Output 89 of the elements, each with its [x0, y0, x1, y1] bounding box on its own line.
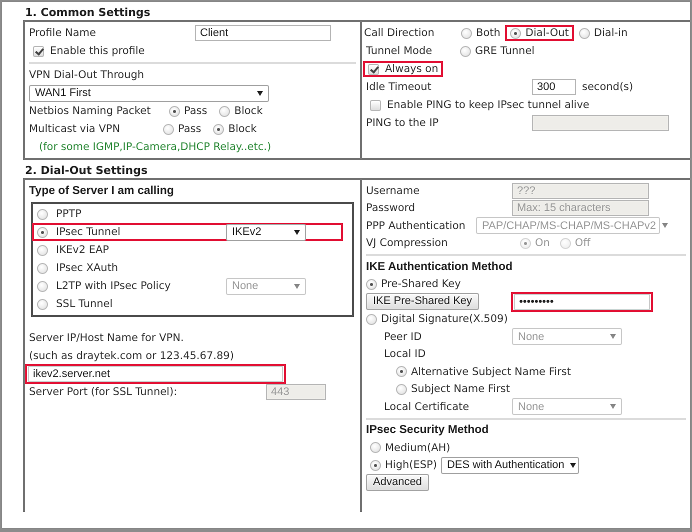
option-label: Both — [476, 27, 500, 39]
radio-button[interactable] — [37, 244, 48, 256]
section-title: 2. Dial-Out Settings — [25, 163, 149, 178]
section-heading: Type of Server I am calling — [29, 185, 174, 197]
key-button[interactable]: IKE Pre-Shared Key — [366, 293, 480, 310]
checkbox[interactable] — [370, 100, 381, 110]
input-field[interactable]: ikev2.server.net — [28, 366, 283, 382]
input-field[interactable]: 300 — [532, 79, 576, 95]
field-label: Server IP/Host Name for VPN. — [29, 332, 184, 344]
option-label: Digital Signature(X.509) — [381, 313, 508, 326]
radio-button[interactable] — [37, 280, 48, 292]
field-label: Profile Name — [29, 27, 97, 39]
field-label: Netbios Naming Packet — [29, 105, 152, 117]
option-label: SSL Tunnel — [56, 298, 114, 310]
radio-button[interactable] — [461, 28, 472, 38]
field-label: Local ID — [384, 348, 426, 360]
field-label: Tunnel Mode — [366, 45, 434, 57]
radio-button[interactable] — [169, 106, 180, 116]
option-label: Dial-Out — [525, 27, 569, 39]
caret-icon — [610, 334, 616, 340]
radio-button[interactable] — [37, 208, 48, 220]
option-label: High(ESP) — [385, 459, 437, 472]
radio-button[interactable] — [460, 46, 471, 56]
option-label: PPTP — [56, 208, 82, 220]
field-label: Enable this profile — [50, 45, 145, 57]
caret-icon — [662, 223, 668, 228]
option-label: Medium(AH) — [385, 442, 450, 454]
radio-button[interactable] — [37, 298, 48, 310]
caret-icon — [610, 404, 616, 410]
checkbox[interactable] — [368, 64, 379, 74]
option-label: IPsec XAuth — [56, 262, 120, 274]
caret-icon — [294, 230, 300, 234]
option-label: Alternative Subject Name First — [411, 366, 571, 378]
option-label: Dial-in — [594, 27, 628, 39]
option-label: Subject Name First — [411, 383, 510, 396]
option-label: GRE Tunnel — [475, 45, 535, 57]
radio-button[interactable] — [366, 278, 377, 290]
dropdown[interactable]: WAN1 First — [29, 84, 269, 102]
radio-button[interactable] — [370, 460, 381, 471]
field-label: Always on — [385, 63, 438, 75]
field-label: VJ Compression — [366, 237, 449, 250]
option-label: Pre-Shared Key — [381, 278, 461, 290]
field-label: (such as draytek.com or 123.45.67.89) — [29, 350, 234, 362]
field-label: Call Direction — [364, 27, 436, 39]
hint-text: (for some IGMP,IP-Camera,DHCP Relay..etc.) — [39, 141, 272, 153]
radio-button[interactable] — [366, 314, 377, 325]
option-label: Pass — [184, 105, 208, 117]
field-label: PING to the IP — [366, 117, 440, 129]
option-label: IKEv2 EAP — [56, 244, 110, 256]
option-label: Block — [228, 123, 257, 135]
field-label: Enable PING to keep IPsec tunnel alive — [387, 99, 590, 111]
radio-button[interactable] — [163, 124, 174, 134]
field-label: second(s) — [582, 81, 634, 93]
field-label: Peer ID — [384, 330, 423, 343]
field-label: Password — [366, 202, 416, 214]
input-field[interactable]: ••••••••• — [514, 294, 650, 310]
option-label: Pass — [178, 123, 202, 135]
radio-button[interactable] — [396, 384, 407, 395]
radio-button[interactable] — [219, 106, 230, 116]
option-label: IPsec Tunnel — [56, 226, 122, 238]
radio-button[interactable] — [370, 442, 381, 454]
radio-button[interactable] — [37, 226, 48, 238]
radio-button[interactable] — [396, 366, 407, 378]
field-label: Server Port (for SSL Tunnel): — [29, 386, 178, 398]
radio-button[interactable] — [578, 28, 590, 38]
input-field[interactable]: Client — [195, 25, 331, 41]
field-label: Username — [366, 184, 421, 197]
field-label: Idle Timeout — [366, 81, 432, 93]
field-label: VPN Dial-Out Through — [29, 69, 144, 81]
section-heading: IKE Authentication Method — [366, 260, 513, 273]
radio-button[interactable] — [37, 262, 48, 274]
field-label: Local Certificate — [384, 400, 470, 413]
section-heading: IPsec Security Method — [366, 424, 489, 436]
field-label: PPP Authentication — [366, 220, 466, 232]
caret-icon — [570, 462, 576, 468]
caret-icon — [257, 90, 263, 96]
advanced-button[interactable]: Advanced — [366, 474, 429, 492]
option-label: On — [535, 237, 550, 250]
option-label: Off — [574, 237, 590, 250]
section-title: 1. Common Settings — [25, 5, 152, 20]
checkbox[interactable] — [33, 46, 44, 56]
radio-button[interactable] — [510, 28, 522, 38]
option-label: L2TP with IPsec Policy — [56, 280, 172, 292]
dropdown[interactable]: IKEv2 — [226, 224, 306, 240]
radio-button[interactable] — [213, 124, 224, 134]
dropdown[interactable]: DES with Authentication — [440, 456, 579, 474]
field-label: Multicast via VPN — [29, 123, 122, 135]
caret-icon — [294, 284, 300, 288]
option-label: Block — [234, 105, 263, 117]
